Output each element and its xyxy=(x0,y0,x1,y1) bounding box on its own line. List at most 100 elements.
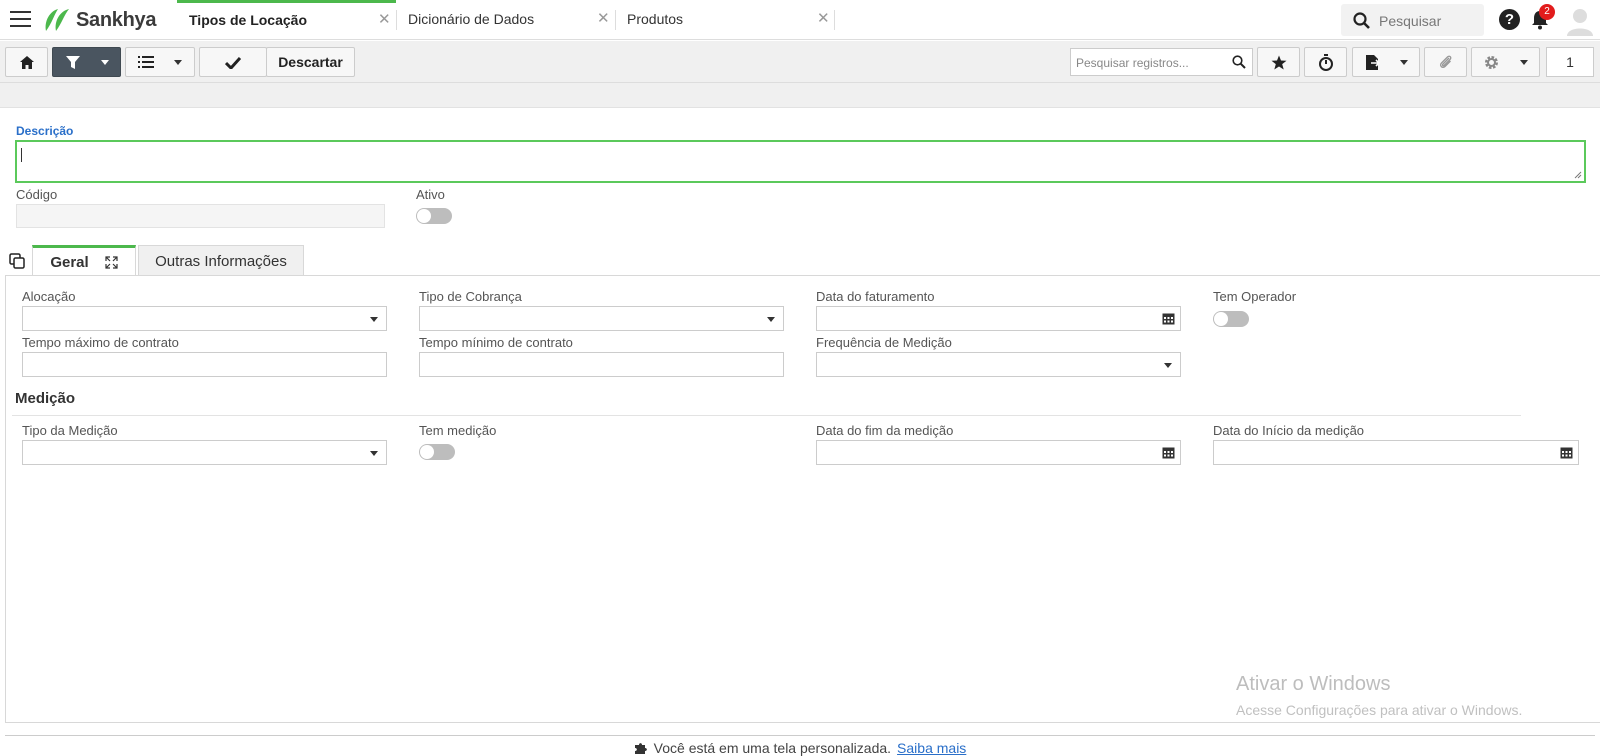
chevron-down-icon[interactable] xyxy=(1399,59,1408,65)
app-name: Sankhya xyxy=(76,8,157,31)
tab-label: Tipos de Locação xyxy=(189,12,307,28)
codigo-label: Código xyxy=(16,187,58,202)
toolbar: Descartar Pesquisar registros... 1 xyxy=(0,41,1600,83)
geral-panel xyxy=(5,275,1600,723)
tab-tipos-de-locacao[interactable]: Tipos de Locação ✕ xyxy=(177,0,396,40)
descricao-textarea[interactable] xyxy=(15,140,1586,183)
calendar-icon[interactable] xyxy=(1560,446,1573,459)
paperclip-icon xyxy=(1439,55,1451,69)
text-cursor xyxy=(21,148,22,162)
tab-outras-informacoes[interactable]: Outras Informações xyxy=(138,245,304,276)
toggle-knob xyxy=(417,209,431,223)
chevron-down-icon xyxy=(370,317,378,322)
tem-operador-label: Tem Operador xyxy=(1213,289,1297,304)
tempo-maximo-input[interactable] xyxy=(22,352,387,377)
toggle-knob xyxy=(420,445,434,459)
filter-icon xyxy=(65,55,80,69)
discard-label: Descartar xyxy=(278,54,343,70)
tempo-minimo-input[interactable] xyxy=(419,352,784,377)
alocacao-label: Alocação xyxy=(22,289,76,304)
resize-handle-icon[interactable] xyxy=(1574,171,1582,179)
frequencia-medicao-select[interactable] xyxy=(816,352,1181,377)
ativo-label: Ativo xyxy=(416,187,445,202)
settings-button[interactable] xyxy=(1471,47,1540,77)
footer: Você está em uma tela personalizada. Sai… xyxy=(0,740,1600,756)
calendar-icon[interactable] xyxy=(1162,312,1175,325)
export-file-icon xyxy=(1365,54,1380,70)
notification-badge: 2 xyxy=(1539,4,1555,20)
section-title-medicao: Medição xyxy=(15,390,76,407)
search-placeholder: Pesquisar xyxy=(1379,13,1442,29)
filter-button[interactable] xyxy=(52,47,121,77)
windows-activation-title: Ativar o Windows xyxy=(1236,673,1391,695)
global-search[interactable]: Pesquisar xyxy=(1341,4,1484,36)
frequencia-medicao-label: Frequência de Medição xyxy=(816,335,952,350)
top-bar: Sankhya Tipos de Locação ✕ Dicionário de… xyxy=(0,0,1600,40)
save-button[interactable] xyxy=(199,47,267,77)
ativo-toggle[interactable] xyxy=(416,208,452,224)
tab-label: Outras Informações xyxy=(155,252,287,270)
tem-operador-toggle[interactable] xyxy=(1213,311,1249,327)
data-faturamento-input[interactable] xyxy=(816,306,1181,331)
tab-label: Produtos xyxy=(627,11,684,27)
page-number[interactable]: 1 xyxy=(1546,47,1594,77)
tab-produtos[interactable]: Produtos ✕ xyxy=(615,0,834,40)
search-icon[interactable] xyxy=(1232,55,1246,69)
records-search-input[interactable]: Pesquisar registros... xyxy=(1070,48,1253,76)
section-divider xyxy=(12,415,1521,416)
tab-dicionario-de-dados[interactable]: Dicionário de Dados ✕ xyxy=(396,0,615,40)
close-icon[interactable]: ✕ xyxy=(817,0,830,38)
sankhya-leaf-icon xyxy=(45,9,69,31)
puzzle-icon xyxy=(634,743,647,754)
windows-activation-message: Acesse Configurações para ativar o Windo… xyxy=(1236,702,1523,718)
tab-geral[interactable]: Geral xyxy=(32,245,136,277)
attachment-button[interactable] xyxy=(1424,47,1467,77)
data-fim-input[interactable] xyxy=(816,440,1181,465)
star-icon xyxy=(1271,55,1286,69)
view-list-button[interactable] xyxy=(125,47,195,77)
gear-icon xyxy=(1485,55,1498,69)
sankhya-logo[interactable]: Sankhya xyxy=(42,6,156,34)
tab-label: Dicionário de Dados xyxy=(408,11,535,27)
chevron-down-icon xyxy=(1164,363,1172,368)
copy-icon[interactable] xyxy=(9,253,25,269)
tipo-medicao-label: Tipo da Medição xyxy=(22,423,118,438)
help-icon[interactable]: ? xyxy=(1499,9,1520,30)
timer-button[interactable] xyxy=(1304,47,1347,77)
check-icon xyxy=(225,56,241,69)
tem-medicao-toggle[interactable] xyxy=(419,444,455,460)
tempo-maximo-label: Tempo máximo de contrato xyxy=(22,335,179,350)
home-button[interactable] xyxy=(5,47,48,77)
export-button[interactable] xyxy=(1352,47,1420,77)
chevron-down-icon[interactable] xyxy=(174,59,182,65)
footer-divider xyxy=(5,735,1595,736)
data-inicio-input[interactable] xyxy=(1213,440,1579,465)
search-icon xyxy=(1353,12,1370,29)
toolbar-strip xyxy=(0,83,1600,108)
tab-label: Geral xyxy=(50,254,89,271)
chevron-down-icon[interactable] xyxy=(100,59,109,65)
favorite-button[interactable] xyxy=(1257,47,1300,77)
descricao-label: Descrição xyxy=(16,124,74,138)
menu-icon[interactable] xyxy=(10,11,31,29)
tab-divider xyxy=(834,10,835,30)
avatar[interactable] xyxy=(1565,6,1595,36)
home-icon xyxy=(19,55,34,69)
data-faturamento-label: Data do faturamento xyxy=(816,289,935,304)
list-icon xyxy=(138,56,154,68)
calendar-icon[interactable] xyxy=(1162,446,1175,459)
data-fim-label: Data do fim da medição xyxy=(816,423,954,438)
tipo-medicao-select[interactable] xyxy=(22,440,387,465)
records-search-placeholder: Pesquisar registros... xyxy=(1076,56,1189,70)
tem-medicao-label: Tem medição xyxy=(419,423,497,438)
alocacao-select[interactable] xyxy=(22,306,387,331)
footer-text: Você está em uma tela personalizada. xyxy=(653,740,892,756)
close-icon[interactable]: ✕ xyxy=(597,0,610,38)
tipo-cobranca-select[interactable] xyxy=(419,306,784,331)
chevron-down-icon[interactable] xyxy=(1520,59,1528,65)
close-icon[interactable]: ✕ xyxy=(378,3,391,37)
expand-icon[interactable] xyxy=(105,256,118,269)
saiba-mais-link[interactable]: Saiba mais xyxy=(897,740,966,756)
discard-button[interactable]: Descartar xyxy=(266,47,355,77)
toggle-knob xyxy=(1214,312,1228,326)
